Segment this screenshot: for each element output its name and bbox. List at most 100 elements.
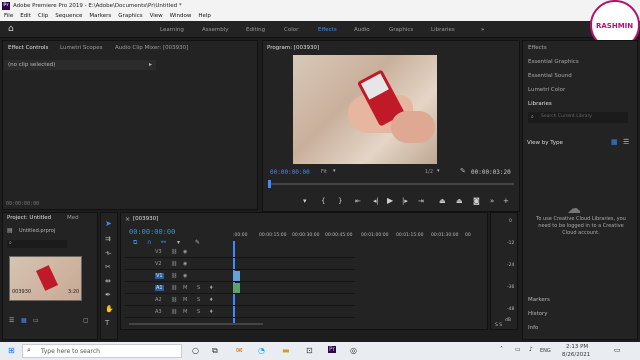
mute-icon[interactable]: M (183, 297, 187, 303)
workspace-graphics[interactable]: Graphics (389, 27, 413, 33)
menu-markers[interactable]: Markers (89, 13, 111, 19)
taskbar-search-field[interactable]: ⌕ Type here to search (22, 344, 182, 358)
menu-file[interactable]: File (4, 13, 13, 19)
solo-icon[interactable]: S (197, 297, 200, 303)
panel-markers[interactable]: Markers (528, 297, 550, 303)
menu-graphics[interactable]: Graphics (118, 13, 142, 19)
mail-icon[interactable]: ✉ (236, 346, 243, 355)
language-indicator[interactable]: ENG (540, 348, 551, 354)
pen-tool-icon[interactable]: ✒ (105, 291, 111, 299)
linked-selection-icon[interactable]: ⚯ (161, 239, 166, 246)
taskbar-date[interactable]: 8/26/2021 (562, 352, 590, 358)
lift-icon[interactable]: ⏏ (439, 197, 446, 205)
menu-edit[interactable]: Edit (20, 13, 31, 19)
timeline-timecode[interactable]: 00:00:00:00 (129, 228, 175, 236)
sync-lock-icon[interactable]: ⛓ (171, 273, 177, 279)
selection-tool-icon[interactable]: ➤ (105, 219, 112, 228)
wrench-icon[interactable]: ✎ (460, 167, 466, 175)
solo-icon[interactable]: S (197, 309, 200, 315)
sync-lock-icon[interactable]: ⛓ (171, 261, 177, 267)
taskbar-time[interactable]: 2:13 PM (566, 344, 588, 350)
menu-sequence[interactable]: Sequence (55, 13, 82, 19)
new-item-icon[interactable]: ▢ (83, 317, 89, 324)
marker-icon[interactable]: ▾ (303, 197, 307, 205)
nest-icon[interactable]: ⧉ (133, 239, 137, 247)
clip-thumbnail[interactable]: 003930 3:20 (9, 256, 82, 301)
store-icon[interactable]: ⊡ (306, 346, 313, 355)
timeline-sequence-tab[interactable]: [003930] (133, 216, 158, 222)
grid-view-icon[interactable]: ▦ (611, 138, 618, 146)
project-search-field[interactable]: ⌕ (7, 240, 67, 248)
play-icon[interactable]: ▶ (387, 196, 393, 205)
add-button-icon[interactable]: + (503, 197, 509, 205)
step-back-icon[interactable]: ◂| (373, 197, 379, 205)
razor-tool-icon[interactable]: ✂ (105, 263, 111, 271)
meter-solo-buttons[interactable]: S S (495, 323, 502, 328)
track-a1[interactable]: A1 ⛓ M S ♦ (125, 283, 355, 294)
panel-libraries[interactable]: Libraries (528, 101, 552, 107)
slip-tool-icon[interactable]: ⇹ (105, 277, 111, 285)
track-a2[interactable]: A2 ⛓ M S ♦ (125, 295, 355, 306)
go-to-out-icon[interactable]: ⇥ (418, 197, 424, 205)
go-to-in-icon[interactable]: ⇤ (355, 197, 361, 205)
mic-icon[interactable]: ♦ (209, 309, 213, 315)
program-scrub-bar[interactable] (268, 183, 514, 185)
workspace-overflow[interactable]: » (481, 27, 484, 33)
workspace-color[interactable]: Color (284, 27, 298, 33)
panel-history[interactable]: History (528, 311, 548, 317)
add-marker-icon[interactable]: ▾ (177, 239, 180, 246)
premiere-taskbar-icon[interactable]: Pr (328, 346, 336, 353)
workspace-editing[interactable]: Editing (246, 27, 265, 33)
panel-info[interactable]: Info (528, 325, 538, 331)
panel-essential-graphics[interactable]: Essential Graphics (528, 59, 579, 65)
track-select-tool-icon[interactable]: ⇉ (105, 235, 111, 243)
panel-effects[interactable]: Effects (528, 45, 547, 51)
sync-lock-icon[interactable]: ⛓ (171, 309, 177, 315)
chevron-down-icon[interactable]: ▾ (333, 168, 336, 174)
program-timecode[interactable]: 00:00:00:00 (270, 169, 310, 176)
list-view-icon[interactable]: ☰ (623, 138, 629, 146)
timeline-zoom-scroll[interactable] (129, 323, 263, 325)
collapse-arrow-icon[interactable]: ▸ (149, 61, 152, 68)
track-a3[interactable]: A3 ⛓ M S ♦ (125, 307, 355, 318)
freeform-view-icon[interactable]: ▭ (33, 317, 39, 324)
eye-icon[interactable]: ◉ (183, 273, 187, 279)
task-view-icon[interactable]: ⧉ (212, 346, 218, 356)
workspace-effects[interactable]: Effects (318, 27, 337, 33)
workspace-assembly[interactable]: Assembly (202, 27, 229, 33)
tab-effect-controls[interactable]: Effect Controls (8, 45, 48, 51)
ripple-edit-tool-icon[interactable]: ⟛ (105, 249, 111, 258)
tab-audio-clip-mixer[interactable]: Audio Clip Mixer: [003930] (115, 45, 188, 51)
mute-icon[interactable]: M (183, 309, 187, 315)
time-ruler[interactable]: :00:00 00:00:15:00 00:00:30:00 00:00:45:… (233, 232, 483, 242)
audio-clip[interactable] (233, 283, 240, 293)
video-clip[interactable] (233, 271, 240, 281)
mark-in-icon[interactable]: { (321, 197, 325, 205)
extract-icon[interactable]: ⏏ (456, 197, 463, 205)
list-view-icon[interactable]: ☰ (9, 317, 14, 324)
icon-view-icon[interactable]: ▦ (21, 317, 27, 324)
library-search-field[interactable]: ⌕ Search Current Library (528, 112, 628, 123)
menu-clip[interactable]: Clip (38, 13, 48, 19)
edge-icon[interactable]: ◔ (258, 346, 265, 355)
tab-lumetri-scopes[interactable]: Lumetri Scopes (60, 45, 103, 51)
sync-lock-icon[interactable]: ⛓ (171, 249, 177, 255)
panel-lumetri-color[interactable]: Lumetri Color (528, 87, 565, 93)
volume-icon[interactable]: ♪ (529, 346, 533, 353)
mute-icon[interactable]: M (183, 285, 187, 291)
quality-dropdown[interactable]: 1/2 (425, 169, 433, 175)
home-icon[interactable]: ⌂ (8, 24, 14, 34)
eye-icon[interactable]: ◉ (183, 249, 187, 255)
wrench-icon[interactable]: ✎ (195, 239, 200, 246)
close-icon[interactable]: × (125, 216, 130, 223)
fit-dropdown[interactable]: Fit (321, 169, 327, 175)
view-by-type-dropdown[interactable]: View by Type (527, 140, 563, 146)
mic-icon[interactable]: ♦ (209, 297, 213, 303)
mark-out-icon[interactable]: } (338, 197, 342, 205)
sync-lock-icon[interactable]: ⛓ (171, 285, 177, 291)
workspace-libraries[interactable]: Libraries (431, 27, 455, 33)
chevron-down-icon[interactable]: ▾ (437, 168, 440, 174)
tab-media-browser[interactable]: Med (67, 215, 79, 221)
chrome-icon[interactable]: ◎ (350, 346, 357, 355)
export-frame-icon[interactable]: ◙ (473, 197, 480, 205)
